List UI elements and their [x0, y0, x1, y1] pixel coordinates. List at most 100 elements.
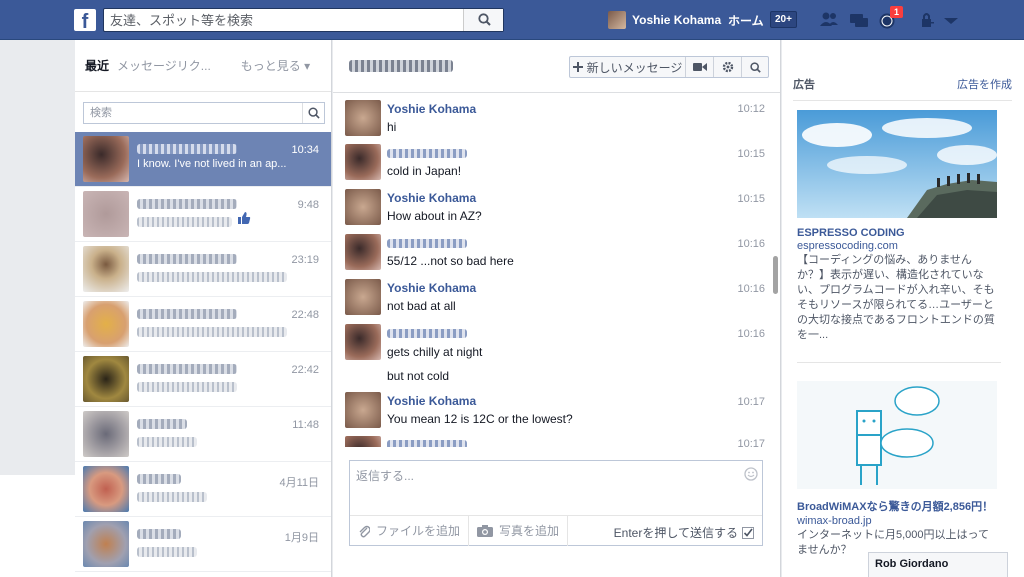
avatar [83, 466, 129, 512]
conversation-search-input[interactable] [84, 103, 294, 123]
list-item[interactable]: 11:48 [75, 407, 331, 462]
sender-name[interactable]: Yoshie Kohama [387, 102, 476, 116]
settings-button[interactable] [714, 57, 742, 77]
conversation-time: 10:34 [291, 144, 319, 156]
tab-more[interactable]: もっと見る ▾ [241, 57, 310, 74]
conversation-list: I know. I've not lived in an ap... 10:34… [75, 132, 331, 572]
video-camera-icon [692, 63, 707, 71]
sender-name-redacted [387, 440, 467, 447]
message-text: gets chilly at night [387, 345, 483, 359]
message-text: hi [387, 120, 397, 134]
message-snippet: I know. I've not lived in an ap... [137, 158, 287, 170]
contact-name-redacted [137, 474, 181, 484]
ads-header: 広告 広告を作成 [793, 76, 1012, 101]
home-link[interactable]: ホーム [728, 12, 764, 29]
message-time: 10:15 [737, 193, 765, 205]
avatar [83, 356, 129, 402]
facebook-logo-icon[interactable]: f [74, 9, 96, 31]
conversation-search [83, 102, 325, 124]
message-time: 10:17 [737, 396, 765, 408]
conversation-time: 22:42 [291, 364, 319, 376]
emoji-smile-icon[interactable] [744, 467, 758, 481]
avatar [608, 11, 626, 29]
message-time: 10:15 [737, 148, 765, 160]
message-snippet-redacted [137, 272, 287, 282]
tab-recent[interactable]: 最近 [85, 57, 109, 74]
ad-domain[interactable]: espressocoding.com [797, 240, 997, 252]
message-scrollbar[interactable] [773, 256, 778, 294]
attach-file-button[interactable]: ファイルを追加 [350, 515, 470, 546]
message-item: Yoshie Kohama hi 10:12 [333, 94, 773, 139]
thread-header: 新しいメッセージ [333, 40, 780, 93]
contact-name-redacted [137, 529, 181, 539]
message-snippet-redacted [137, 327, 287, 337]
contact-name-redacted [137, 254, 237, 264]
ad-card[interactable]: ESPRESSO CODING espressocoding.com 【コーディ… [797, 110, 997, 343]
ad-title[interactable]: BroadWiMAXなら驚きの月額2,856円！ [797, 498, 997, 514]
list-item[interactable]: 23:19 [75, 242, 331, 297]
message-snippet-redacted [137, 382, 237, 392]
message-snippet-redacted [137, 547, 197, 557]
message-time: 10:16 [737, 238, 765, 250]
home-count-badge: 20+ [770, 11, 797, 28]
attach-file-label: ファイルを追加 [376, 524, 461, 538]
sender-name[interactable]: Yoshie Kohama [387, 281, 476, 295]
message-item: Yoshie Kohama You mean 12 is 12C or the … [333, 387, 773, 432]
account-menu-chevron-down-icon[interactable] [940, 10, 962, 30]
privacy-lock-icon[interactable] [918, 10, 940, 30]
message-thread-panel: 新しいメッセージ Yoshie Kohama hi 10:12 cold in … [333, 40, 781, 577]
ad-card[interactable]: BroadWiMAXなら驚きの月額2,856円！ wimax-broad.jp … [797, 381, 997, 558]
search-thread-button[interactable] [742, 57, 768, 77]
global-search-button[interactable] [463, 9, 503, 31]
thumbs-up-icon [238, 212, 251, 224]
tab-message-requests[interactable]: メッセージリク... [117, 57, 211, 74]
ad-body: 【コーディングの悩み、ありませんか？】表示が遅い、構造化されていない、プログラム… [797, 254, 995, 341]
sender-name-redacted [387, 239, 467, 248]
avatar [345, 189, 381, 225]
avatar [83, 301, 129, 347]
conversation-time: 1月9日 [284, 532, 319, 544]
conversation-time: 4月11日 [279, 477, 319, 489]
message-text: 55/12 ...not so bad here [387, 254, 514, 268]
create-ad-link[interactable]: 広告を作成 [957, 76, 1012, 92]
list-item[interactable]: 22:42 [75, 352, 331, 407]
search-icon [478, 13, 491, 26]
thread-title-redacted [349, 60, 453, 72]
conversation-search-button[interactable] [302, 103, 324, 123]
messages-icon[interactable] [848, 10, 870, 30]
avatar [83, 246, 129, 292]
sender-name[interactable]: Yoshie Kohama [387, 394, 476, 408]
reply-input[interactable] [350, 461, 730, 501]
global-search [103, 8, 504, 32]
list-item[interactable]: 4月11日 [75, 462, 331, 517]
sender-name[interactable]: Yoshie Kohama [387, 191, 476, 205]
avatar [83, 521, 129, 567]
global-search-input[interactable] [104, 9, 464, 31]
list-item[interactable]: 1月9日 [75, 517, 331, 572]
add-photo-button[interactable]: 写真を追加 [469, 515, 569, 546]
search-icon [308, 107, 320, 119]
ad-image [797, 381, 997, 489]
friend-requests-icon[interactable] [818, 10, 840, 30]
sender-name-redacted [387, 329, 467, 338]
ads-label: 広告 [793, 79, 815, 91]
message-text: You mean 12 is 12C or the lowest? [387, 412, 573, 426]
message-time: 10:16 [737, 283, 765, 295]
contact-name-redacted [137, 309, 237, 319]
message-snippet-redacted [137, 217, 232, 227]
camera-icon [477, 525, 494, 537]
ads-sidebar: 広告 広告を作成 ESPRESSO CODING espressocoding.… [782, 40, 1024, 577]
message-text: but not cold [387, 369, 450, 383]
message-text: not bad at all [387, 299, 456, 313]
thread-actions: 新しいメッセージ [569, 56, 769, 78]
list-item[interactable]: 22:48 [75, 297, 331, 352]
list-item[interactable]: 9:48 [75, 187, 331, 242]
enter-to-send-toggle[interactable]: Enterを押して送信する [614, 524, 754, 541]
video-call-button[interactable] [686, 57, 714, 77]
ad-title[interactable]: ESPRESSO CODING [797, 227, 997, 239]
profile-link[interactable]: Yoshie Kohama [608, 10, 721, 30]
ad-domain[interactable]: wimax-broad.jp [797, 515, 997, 527]
new-message-button[interactable]: 新しいメッセージ [570, 57, 686, 77]
list-item[interactable]: I know. I've not lived in an ap... 10:34 [75, 132, 331, 187]
chat-tab[interactable]: Rob Giordano [868, 552, 1008, 577]
